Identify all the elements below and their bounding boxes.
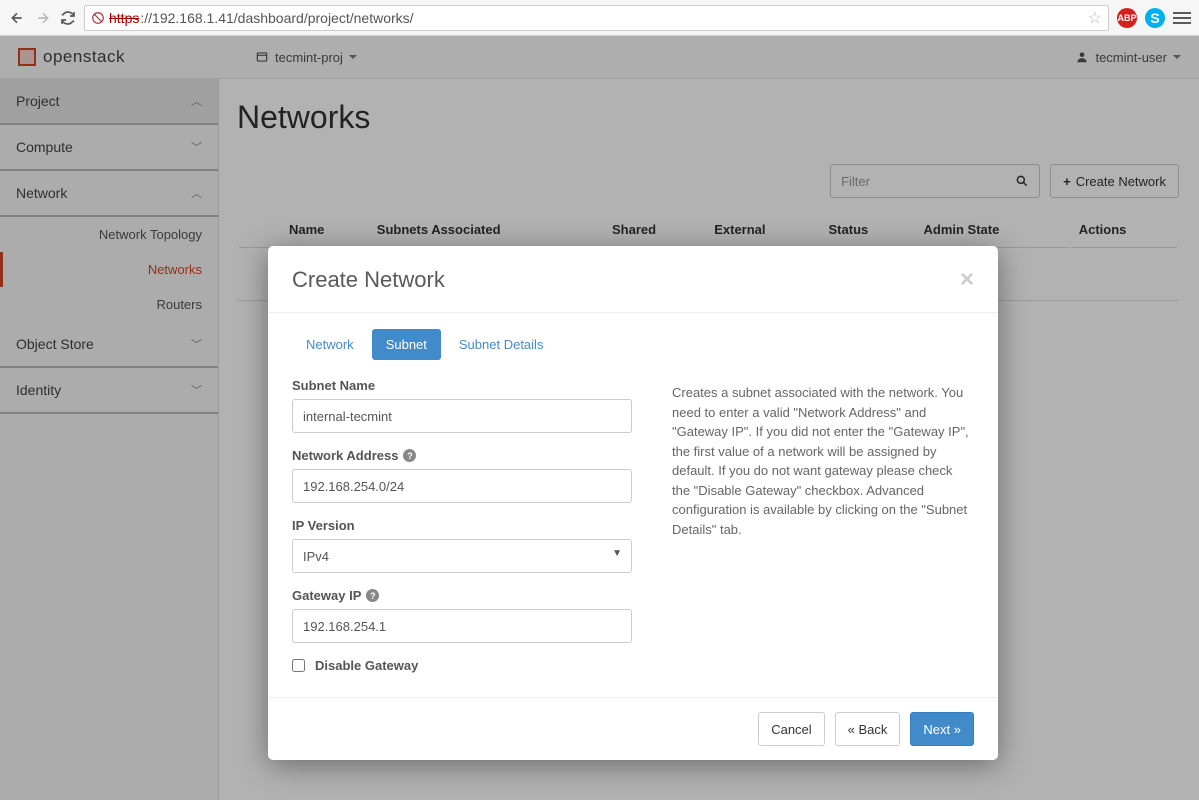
- modal-header: Create Network ×: [268, 246, 998, 313]
- create-network-modal: Create Network × Network Subnet Subnet D…: [268, 246, 998, 760]
- gateway-ip-input[interactable]: [292, 609, 632, 643]
- modal-footer: Cancel « Back Next »: [268, 697, 998, 760]
- help-icon[interactable]: ?: [403, 449, 416, 462]
- url-path: ://192.168.1.41/dashboard/project/networ…: [140, 10, 413, 26]
- adblock-icon[interactable]: ABP: [1117, 8, 1137, 28]
- label-subnet-name: Subnet Name: [292, 378, 632, 393]
- forward-icon[interactable]: [34, 9, 52, 27]
- back-icon[interactable]: [8, 9, 26, 27]
- modal-tabs: Network Subnet Subnet Details: [292, 329, 632, 360]
- hamburger-icon[interactable]: [1173, 12, 1191, 24]
- skype-icon[interactable]: S: [1145, 8, 1165, 28]
- label-disable-gateway: Disable Gateway: [315, 658, 418, 673]
- reload-icon[interactable]: [60, 10, 76, 26]
- modal-title: Create Network: [292, 267, 445, 293]
- close-icon[interactable]: ×: [960, 266, 974, 294]
- back-button[interactable]: « Back: [835, 712, 901, 746]
- insecure-icon: [91, 11, 105, 25]
- ip-version-select[interactable]: IPv4: [292, 539, 632, 573]
- label-gateway-ip: Gateway IP ?: [292, 588, 632, 603]
- url-scheme: https: [109, 10, 139, 26]
- cancel-button[interactable]: Cancel: [758, 712, 824, 746]
- tab-subnet[interactable]: Subnet: [372, 329, 441, 360]
- modal-help-text: Creates a subnet associated with the net…: [672, 329, 974, 673]
- label-network-address: Network Address ?: [292, 448, 632, 463]
- label-ip-version: IP Version: [292, 518, 632, 533]
- url-bar[interactable]: https ://192.168.1.41/dashboard/project/…: [84, 5, 1109, 31]
- next-button[interactable]: Next »: [910, 712, 974, 746]
- help-icon[interactable]: ?: [366, 589, 379, 602]
- bookmark-icon[interactable]: ☆: [1088, 8, 1102, 28]
- tab-subnet-details[interactable]: Subnet Details: [445, 329, 558, 360]
- network-address-input[interactable]: [292, 469, 632, 503]
- disable-gateway-checkbox[interactable]: [292, 659, 305, 672]
- tab-network[interactable]: Network: [292, 329, 368, 360]
- browser-toolbar: https ://192.168.1.41/dashboard/project/…: [0, 0, 1199, 36]
- subnet-name-input[interactable]: [292, 399, 632, 433]
